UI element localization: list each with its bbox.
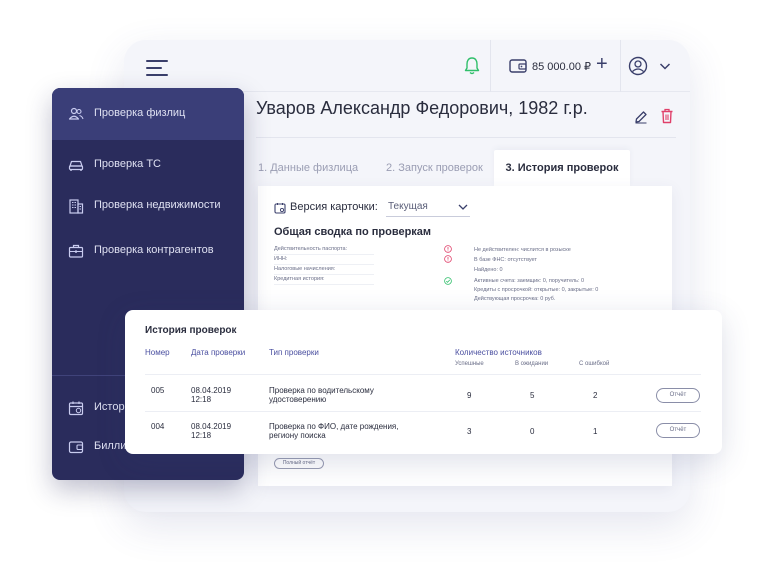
summary-value: Активные счета: заемщик: 0, поручитель: … (474, 278, 585, 284)
divider (145, 411, 701, 412)
divider (145, 374, 701, 375)
row-number: 004 (151, 422, 165, 431)
sidebar-item-label: Проверка ТС (94, 158, 161, 170)
row-time: 12:18 (191, 431, 212, 440)
summary-label: ИНН: (274, 256, 288, 262)
card-version-icon (274, 203, 286, 214)
user-icon[interactable] (628, 56, 648, 76)
row-error: 2 (593, 391, 598, 400)
column-header-success: Успешные (455, 361, 484, 367)
car-icon (68, 160, 84, 171)
page-title: Уваров Александр Федорович, 1982 г.р. (256, 98, 588, 118)
tab-check-history[interactable]: 3. История проверок (494, 150, 630, 186)
sidebar-item-label: Билли (94, 440, 127, 452)
tab-person-data[interactable]: 1. Данные физлица (258, 150, 358, 186)
column-header-error: С ошибкой (579, 361, 610, 367)
sidebar-item-label: Проверка контрагентов (94, 244, 214, 256)
column-header-type: Тип проверки (269, 348, 319, 357)
sidebar-item-counterparties[interactable]: Проверка контрагентов (52, 240, 244, 262)
history-panel: История проверок Номер Дата проверки Тип… (125, 310, 722, 454)
summary-value: Кредиты с просрочкой: открытые: 0, закры… (474, 287, 599, 293)
table-row[interactable]: 004 08.04.2019 12:18 Проверка по ФИО, да… (125, 418, 722, 454)
summary-value: В базе ФНС: отсутствует (474, 257, 537, 263)
report-button[interactable]: Отчёт (656, 388, 700, 403)
calendar-icon (68, 401, 84, 416)
table-row[interactable]: 005 08.04.2019 12:18 Проверка по водител… (125, 382, 722, 418)
row-success: 3 (467, 427, 472, 436)
top-bar: 85 000.00 ₽ + (124, 40, 690, 92)
warning-icon (444, 245, 452, 253)
pencil-icon[interactable] (634, 110, 648, 124)
users-icon (68, 107, 84, 120)
row-waiting: 5 (530, 391, 535, 400)
wallet-icon (509, 59, 527, 73)
version-value: Текущая (388, 201, 428, 212)
row-error: 1 (593, 427, 598, 436)
column-header-waiting: В ожидании (515, 361, 549, 367)
row-type: удостоверению (269, 395, 327, 404)
chevron-down-icon (458, 204, 468, 210)
version-label: Версия карточки: (290, 201, 378, 213)
column-header-date: Дата проверки (191, 348, 246, 357)
row-success: 9 (467, 391, 472, 400)
trash-icon[interactable] (660, 108, 674, 124)
sidebar-item-label: Проверка физлиц (94, 107, 186, 119)
summary-title: Общая сводка по проверкам (274, 226, 432, 238)
building-icon (69, 199, 84, 214)
divider (490, 40, 491, 92)
report-button[interactable]: Отчёт (656, 423, 700, 438)
sidebar-item-label: Проверка недвижимости (94, 199, 221, 211)
briefcase-icon (68, 244, 84, 258)
column-header-sources: Количество источников (455, 348, 542, 357)
menu-icon[interactable] (146, 60, 168, 76)
divider (256, 137, 676, 138)
sidebar-item-persons[interactable]: Проверка физлиц (52, 103, 244, 125)
row-waiting: 0 (530, 427, 535, 436)
bell-icon[interactable] (464, 56, 480, 76)
divider (620, 40, 621, 92)
warning-icon (444, 255, 452, 263)
check-icon (444, 277, 452, 285)
chevron-down-icon[interactable] (659, 60, 671, 72)
row-time: 12:18 (191, 395, 212, 404)
summary-value: Действующая просрочка: 0 руб. (474, 296, 556, 302)
summary-label: Кредитная история: (274, 276, 325, 282)
summary-value: Найдено: 0 (474, 267, 503, 273)
sidebar-item-realty[interactable]: Проверка недвижимости (52, 195, 244, 217)
column-header-number: Номер (145, 348, 170, 357)
summary-value: Не действителен: числится в розыске (474, 247, 571, 253)
sidebar-item-vehicles[interactable]: Проверка ТС (52, 154, 244, 176)
balance-value: 85 000.00 ₽ (532, 61, 591, 73)
full-report-button[interactable]: Полный отчёт (274, 458, 324, 469)
row-number: 005 (151, 386, 165, 395)
summary-label: Налоговые начисления: (274, 266, 336, 272)
wallet-icon (68, 441, 84, 454)
add-funds-button[interactable]: + (596, 54, 608, 74)
summary-row: Кредитная история: Активные счета: заемщ… (274, 276, 658, 306)
version-select[interactable]: Текущая (386, 197, 470, 217)
summary-label: Действительность паспорта: (274, 246, 348, 252)
sidebar-item-label: Истор (94, 401, 125, 413)
tab-run-checks[interactable]: 2. Запуск проверок (386, 150, 483, 186)
row-type: региону поиска (269, 431, 326, 440)
history-title: История проверок (145, 325, 237, 336)
